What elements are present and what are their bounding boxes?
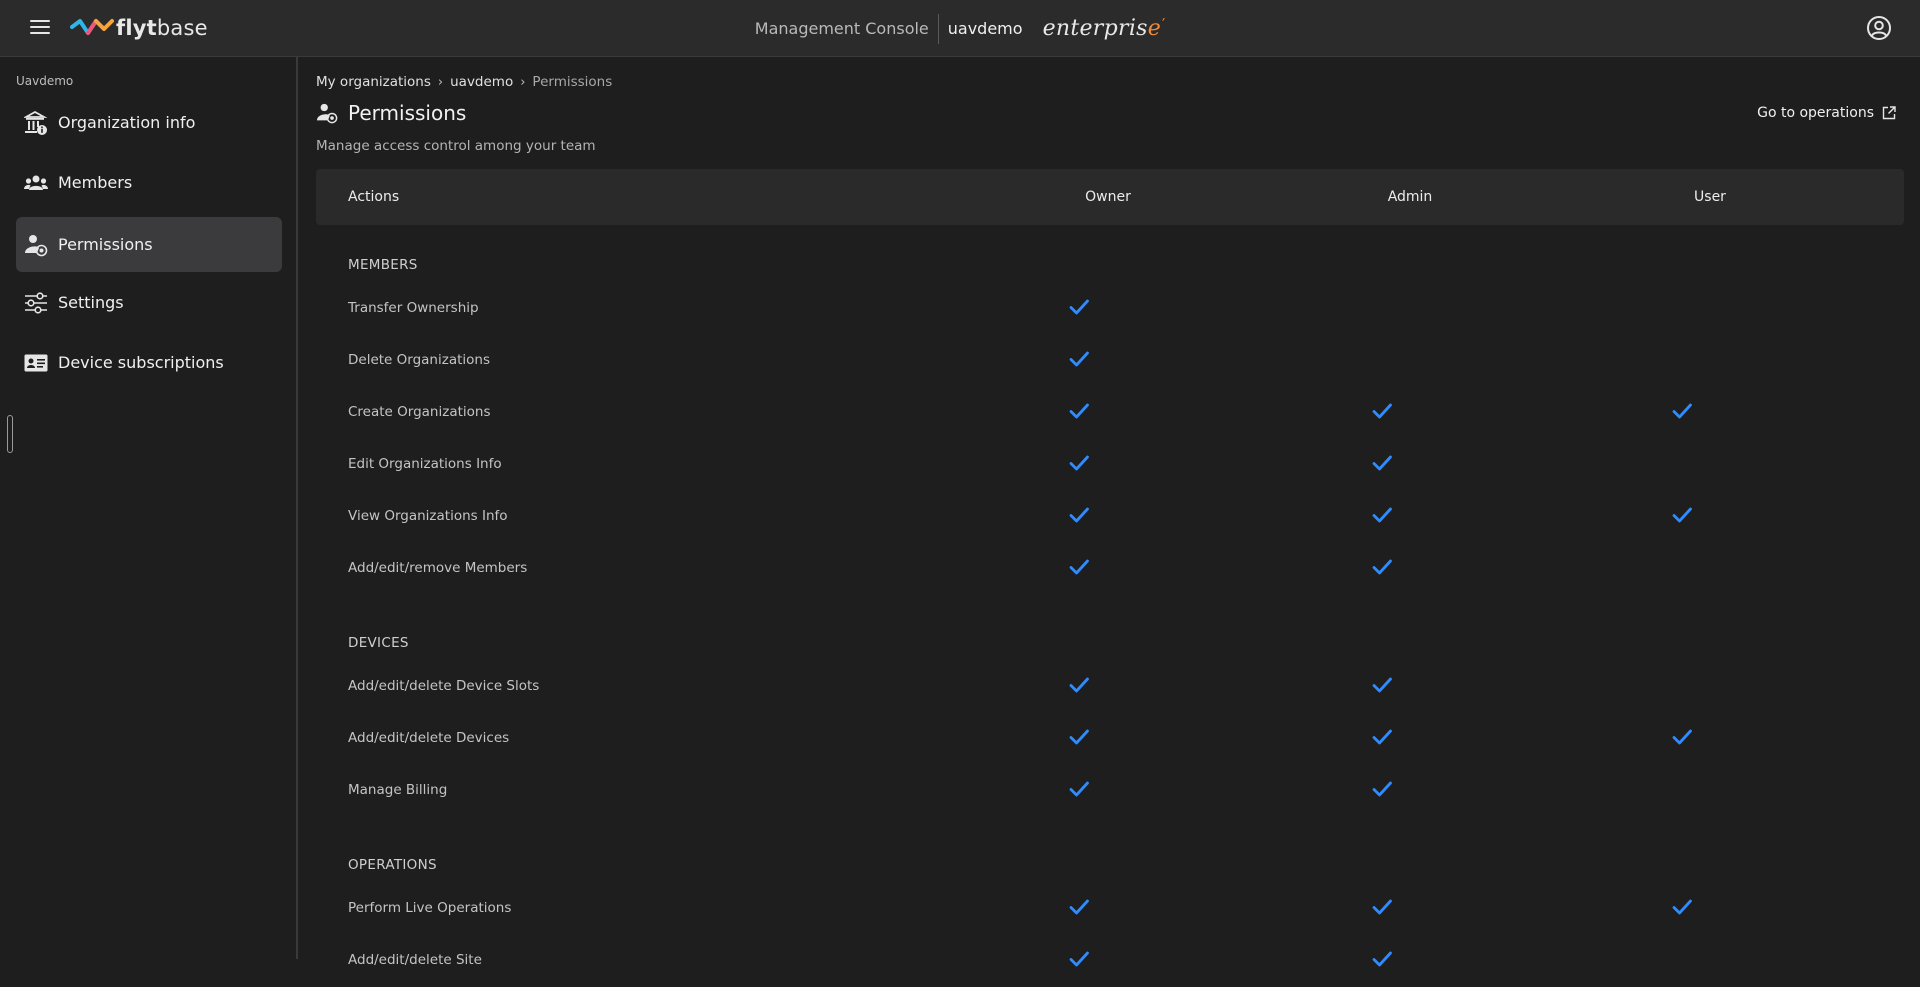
owner-check-icon <box>1069 403 1089 419</box>
flytbase-mark-icon <box>70 19 114 35</box>
permission-row: Add/edit/remove Members <box>316 543 1904 595</box>
admin-check-icon <box>1372 951 1392 967</box>
permission-label: Add/edit/remove Members <box>348 560 528 576</box>
owner-check-icon <box>1069 729 1089 745</box>
permission-label: Add/edit/delete Devices <box>348 730 510 746</box>
sidebar: Uavdemo Organization info Members Permis… <box>0 57 298 959</box>
breadcrumb-current: Permissions <box>532 74 613 90</box>
user-shield-icon <box>23 232 49 258</box>
permission-row: Edit Organizations Info <box>316 439 1904 491</box>
permission-row: View Organizations Info <box>316 491 1904 543</box>
permission-row: Add/edit/delete Devices <box>316 713 1904 765</box>
chevron-right-icon: › <box>437 74 444 90</box>
owner-check-icon <box>1069 677 1089 693</box>
sidebar-scroll-handle[interactable] <box>7 415 13 453</box>
org-name: uavdemo <box>947 19 1023 38</box>
permission-row: Add/edit/delete Site <box>316 935 1904 987</box>
user-shield-icon <box>316 103 338 124</box>
owner-check-icon <box>1069 455 1089 471</box>
sidebar-item-device-subscriptions[interactable]: Device subscriptions <box>16 335 282 390</box>
top-bar: flytbase Management Console uavdemo ente… <box>0 0 1920 57</box>
permission-label: Create Organizations <box>348 404 491 420</box>
breadcrumb: My organizations › uavdemo › Permissions <box>316 74 612 90</box>
permission-label: Manage Billing <box>348 782 448 798</box>
owner-check-icon <box>1069 299 1089 315</box>
sidebar-item-members[interactable]: Members <box>16 155 282 210</box>
permission-row: Add/edit/delete Device Slots <box>316 661 1904 713</box>
permission-label: Transfer Ownership <box>348 300 479 316</box>
console-header: Management Console uavdemo enterpriseʼ <box>0 0 1920 57</box>
permission-label: Edit Organizations Info <box>348 456 502 472</box>
owner-check-icon <box>1069 781 1089 797</box>
id-card-icon <box>23 350 49 376</box>
admin-check-icon <box>1372 403 1392 419</box>
user-check-icon <box>1672 729 1692 745</box>
sidebar-item-label: Organization info <box>58 113 196 132</box>
permission-row: Perform Live Operations <box>316 883 1904 935</box>
owner-check-icon <box>1069 351 1089 367</box>
owner-check-icon <box>1069 951 1089 967</box>
owner-check-icon <box>1069 559 1089 575</box>
permission-row: Create Organizations <box>316 387 1904 439</box>
column-header-admin: Admin <box>1387 189 1433 205</box>
sidebar-item-organization-info[interactable]: Organization info <box>16 95 282 150</box>
admin-check-icon <box>1372 899 1392 915</box>
column-header-user: User <box>1694 189 1726 205</box>
admin-check-icon <box>1372 507 1392 523</box>
bank-info-icon <box>23 110 49 136</box>
admin-check-icon <box>1372 677 1392 693</box>
admin-check-icon <box>1372 729 1392 745</box>
permission-label: View Organizations Info <box>348 508 508 524</box>
user-check-icon <box>1672 507 1692 523</box>
account-icon[interactable] <box>1866 15 1892 41</box>
external-link-icon <box>1882 106 1896 120</box>
admin-check-icon <box>1372 559 1392 575</box>
page-subtitle: Manage access control among your team <box>316 138 596 154</box>
sidebar-item-label: Members <box>58 173 133 192</box>
breadcrumb-org[interactable]: uavdemo <box>450 74 513 90</box>
owner-check-icon <box>1069 507 1089 523</box>
permission-row: Manage Billing <box>316 765 1904 817</box>
permission-label: Add/edit/delete Site <box>348 952 482 968</box>
owner-check-icon <box>1069 899 1089 915</box>
go-to-operations-link[interactable]: Go to operations <box>1757 105 1896 121</box>
group-icon <box>23 170 49 196</box>
sidebar-item-label: Settings <box>58 293 124 312</box>
sidebar-item-permissions[interactable]: Permissions <box>16 217 282 272</box>
breadcrumb-my-organizations[interactable]: My organizations <box>316 74 431 90</box>
brand-name: flytbase <box>116 16 208 40</box>
permissions-table-header: Actions Owner Admin User <box>316 169 1904 225</box>
console-title: Management Console <box>754 19 929 38</box>
chevron-right-icon: › <box>520 74 526 90</box>
go-to-operations-label: Go to operations <box>1757 105 1874 121</box>
permission-label: Add/edit/delete Device Slots <box>348 678 540 694</box>
permission-row: Transfer Ownership <box>316 283 1904 335</box>
sidebar-org-label: Uavdemo <box>16 74 74 88</box>
section-title: OPERATIONS <box>348 857 437 873</box>
section-title: MEMBERS <box>348 257 418 273</box>
user-check-icon <box>1672 403 1692 419</box>
section-title: DEVICES <box>348 635 409 651</box>
menu-icon[interactable] <box>30 20 50 36</box>
sidebar-item-settings[interactable]: Settings <box>16 275 282 330</box>
sliders-icon <box>23 290 49 316</box>
flytbase-logo[interactable]: flytbase <box>70 14 208 42</box>
page-header: Permissions <box>316 101 466 125</box>
admin-check-icon <box>1372 781 1392 797</box>
user-check-icon <box>1672 899 1692 915</box>
permission-row: Delete Organizations <box>316 335 1904 387</box>
sidebar-item-label: Device subscriptions <box>58 353 224 372</box>
column-header-actions: Actions <box>348 189 400 205</box>
admin-check-icon <box>1372 455 1392 471</box>
column-header-owner: Owner <box>1085 189 1131 205</box>
sidebar-item-label: Permissions <box>58 235 153 254</box>
permission-label: Delete Organizations <box>348 352 490 368</box>
edition-badge: enterpriseʼ <box>1042 16 1166 41</box>
main-content: My organizations › uavdemo › Permissions… <box>300 57 1920 968</box>
permission-label: Perform Live Operations <box>348 900 512 916</box>
page-title: Permissions <box>348 101 467 125</box>
